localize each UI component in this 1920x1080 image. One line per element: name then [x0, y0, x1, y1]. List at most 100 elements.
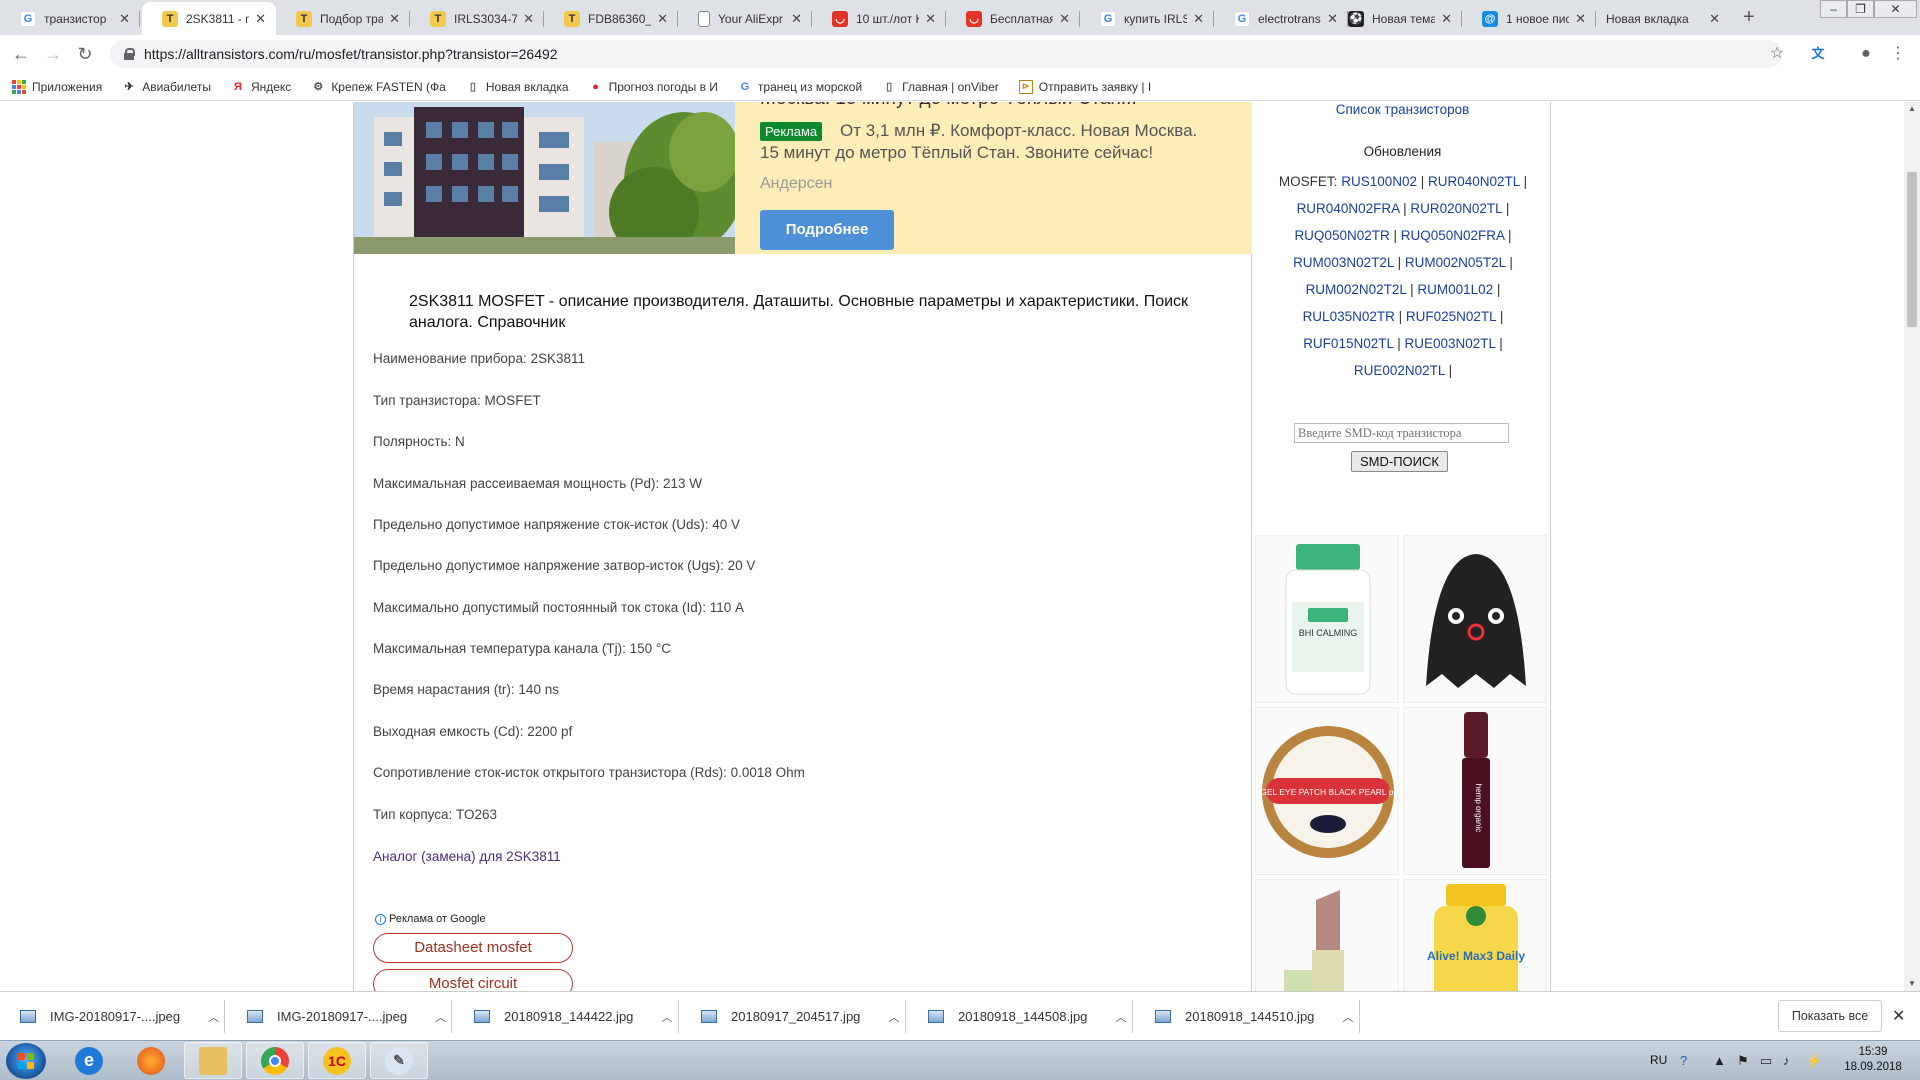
- new-tab-button[interactable]: +: [1737, 6, 1761, 30]
- close-tab-icon[interactable]: ✕: [119, 11, 130, 27]
- product-eye-patch[interactable]: HYDROGEL EYE PATCH BLACK PEARL price dro…: [1255, 707, 1399, 875]
- tab-aliexpress-free[interactable]: ◡ Бесплатная ✕: [946, 2, 1080, 35]
- bookmark-new-tab[interactable]: ▯ Новая вкладка: [466, 80, 569, 94]
- chevron-up-icon[interactable]: ︿: [888, 1009, 899, 1025]
- scrollbar-thumb[interactable]: [1907, 172, 1917, 327]
- tab-2sk3811[interactable]: T 2SK3811 - n ✕: [142, 2, 276, 35]
- download-item[interactable]: 20180918_144510.jpg ︿: [1155, 992, 1353, 1041]
- close-shelf-icon[interactable]: ✕: [1892, 1006, 1905, 1026]
- tab-aliexpress-order[interactable]: Your AliExpr ✕: [678, 2, 812, 35]
- tab-fdb86360[interactable]: T FDB86360_F ✕: [544, 2, 678, 35]
- close-tab-icon[interactable]: ✕: [1059, 11, 1070, 27]
- minimize-button[interactable]: –: [1820, 0, 1847, 18]
- bookmark-apps[interactable]: Приложения: [12, 79, 102, 94]
- bookmark-aviabilety[interactable]: ✈ Авиабилеты: [122, 80, 211, 94]
- datasheet-mosfet-button[interactable]: Datasheet mosfet: [373, 933, 573, 963]
- chevron-up-icon[interactable]: ︿: [661, 1009, 672, 1025]
- taskbar-explorer[interactable]: [184, 1042, 242, 1079]
- google-ads-label[interactable]: i Реклама от Google: [375, 913, 486, 925]
- show-all-downloads-button[interactable]: Показать все: [1778, 1000, 1882, 1032]
- product-bhi-calming[interactable]: BHI CALMING: [1255, 535, 1399, 703]
- taskbar-firefox[interactable]: [122, 1042, 180, 1079]
- tab-transistor-search[interactable]: G транзистор ✕: [0, 2, 140, 35]
- action-center-icon[interactable]: ⚑: [1737, 1053, 1749, 1069]
- close-tab-icon[interactable]: ✕: [1193, 11, 1204, 27]
- taskbar-chrome[interactable]: [246, 1042, 304, 1079]
- bookmark-request[interactable]: ⊳ Отправить заявку | I: [1018, 79, 1151, 94]
- maximize-button[interactable]: ❐: [1847, 0, 1874, 18]
- download-item[interactable]: IMG-20180917-....jpeg ︿: [20, 992, 219, 1041]
- close-window-button[interactable]: ✕: [1874, 0, 1917, 18]
- start-button[interactable]: [6, 1043, 46, 1079]
- forward-button[interactable]: →: [41, 42, 65, 66]
- bookmark-yandex[interactable]: Я Яндекс: [231, 80, 291, 94]
- download-item[interactable]: IMG-20180917-....jpeg ︿: [247, 992, 446, 1041]
- update-link[interactable]: RUM002N05T2L: [1405, 255, 1506, 270]
- mosfet-circuit-button[interactable]: Mosfet circuit: [373, 969, 573, 991]
- ad-more-button[interactable]: Подробнее: [760, 210, 894, 250]
- scroll-up-arrow-icon[interactable]: ▲: [1904, 102, 1920, 116]
- smd-search-input[interactable]: [1294, 423, 1509, 443]
- close-tab-icon[interactable]: ✕: [791, 11, 802, 27]
- taskbar-ie[interactable]: e: [60, 1042, 118, 1079]
- scroll-down-arrow-icon[interactable]: ▼: [1904, 977, 1920, 991]
- analog-link[interactable]: Аналог (замена) для 2SK3811: [373, 849, 561, 864]
- translate-icon[interactable]: 文: [1807, 43, 1829, 65]
- volume-icon[interactable]: ♪: [1783, 1053, 1790, 1068]
- update-link[interactable]: RUR040N02FRA: [1297, 201, 1400, 216]
- account-icon[interactable]: ●: [1855, 43, 1877, 65]
- update-link[interactable]: RUM002N02T2L: [1306, 282, 1407, 297]
- tab-irls3034[interactable]: T IRLS3034-7P ✕: [410, 2, 544, 35]
- chevron-up-icon[interactable]: ︿: [435, 1009, 446, 1025]
- update-link[interactable]: RUQ050N02TR: [1294, 228, 1389, 243]
- bookmark-tranets[interactable]: G транец из морской: [738, 80, 863, 94]
- update-link[interactable]: RUS100N02: [1341, 174, 1417, 189]
- close-tab-icon[interactable]: ✕: [255, 11, 266, 27]
- menu-icon[interactable]: ⋮: [1887, 43, 1909, 65]
- bookmark-onviber[interactable]: ▯ Главная | onViber: [882, 80, 999, 94]
- chevron-up-icon[interactable]: ︿: [1342, 1009, 1353, 1025]
- power-icon[interactable]: ⚡: [1806, 1053, 1822, 1069]
- chevron-up-icon[interactable]: ︿: [208, 1009, 219, 1025]
- update-link[interactable]: RUR040N02TL: [1428, 174, 1520, 189]
- ad-photo-building[interactable]: [354, 102, 735, 254]
- bookmark-star-icon[interactable]: ☆: [1766, 43, 1788, 65]
- reload-button[interactable]: ↻: [73, 42, 97, 66]
- tab-new-mail[interactable]: @ 1 новое пис ✕: [1462, 2, 1596, 35]
- update-link[interactable]: RUQ050N02FRA: [1401, 228, 1505, 243]
- download-item[interactable]: 20180918_144422.jpg ︿: [474, 992, 672, 1041]
- language-indicator[interactable]: RU: [1650, 1053, 1667, 1067]
- help-icon[interactable]: ?: [1680, 1053, 1687, 1068]
- back-button[interactable]: ←: [9, 42, 33, 66]
- bookmark-weather[interactable]: ● Прогноз погоды в И: [589, 80, 718, 94]
- show-hidden-icons-icon[interactable]: ▲: [1713, 1053, 1726, 1068]
- address-bar[interactable]: https://alltransistors.com/ru/mosfet/tra…: [110, 40, 1782, 68]
- tab-buy-irls[interactable]: G купить IRLS ✕: [1080, 2, 1214, 35]
- tab-new-topic[interactable]: ⚽ Новая тема ✕: [1328, 2, 1462, 35]
- close-tab-icon[interactable]: ✕: [1441, 11, 1452, 27]
- close-tab-icon[interactable]: ✕: [925, 11, 936, 27]
- close-tab-icon[interactable]: ✕: [523, 11, 534, 27]
- taskbar-1c[interactable]: 1C: [308, 1042, 366, 1079]
- sidebar-product-ad[interactable]: ⓘ ✕ BHI CALMING: [1255, 531, 1550, 991]
- close-tab-icon[interactable]: ✕: [1575, 11, 1586, 27]
- update-link[interactable]: RUF015N02TL: [1303, 336, 1393, 351]
- close-tab-icon[interactable]: ✕: [1709, 11, 1720, 27]
- bookmark-fasten[interactable]: ⚙ Крепеж FASTEN (Фа: [311, 80, 445, 94]
- chevron-up-icon[interactable]: ︿: [1115, 1009, 1126, 1025]
- product-lip-tint[interactable]: hemp organic: [1403, 707, 1547, 875]
- close-tab-icon[interactable]: ✕: [657, 11, 668, 27]
- tab-aliexpress-lot[interactable]: ◡ 10 шт./лот K ✕: [812, 2, 946, 35]
- tab-podbor[interactable]: T Подбор тра ✕: [276, 2, 410, 35]
- ad-headline[interactable]: Москва. 15 минут до метро Тёплый Стан...: [760, 102, 1137, 110]
- download-item[interactable]: 20180918_144508.jpg ︿: [928, 992, 1126, 1041]
- update-link[interactable]: RUF025N02TL: [1406, 309, 1496, 324]
- page-scrollbar[interactable]: ▲ ▼: [1904, 102, 1920, 991]
- system-clock[interactable]: 15:39 18.09.2018: [1838, 1045, 1908, 1075]
- close-tab-icon[interactable]: ✕: [389, 11, 400, 27]
- update-link[interactable]: RUM003N02T2L: [1293, 255, 1394, 270]
- update-link[interactable]: RUL035N02TR: [1303, 309, 1395, 324]
- update-link[interactable]: RUR020N02TL: [1410, 201, 1502, 216]
- download-item[interactable]: 20180917_204517.jpg ︿: [701, 992, 899, 1041]
- tab-new-tab[interactable]: Новая вкладка ✕: [1596, 2, 1730, 35]
